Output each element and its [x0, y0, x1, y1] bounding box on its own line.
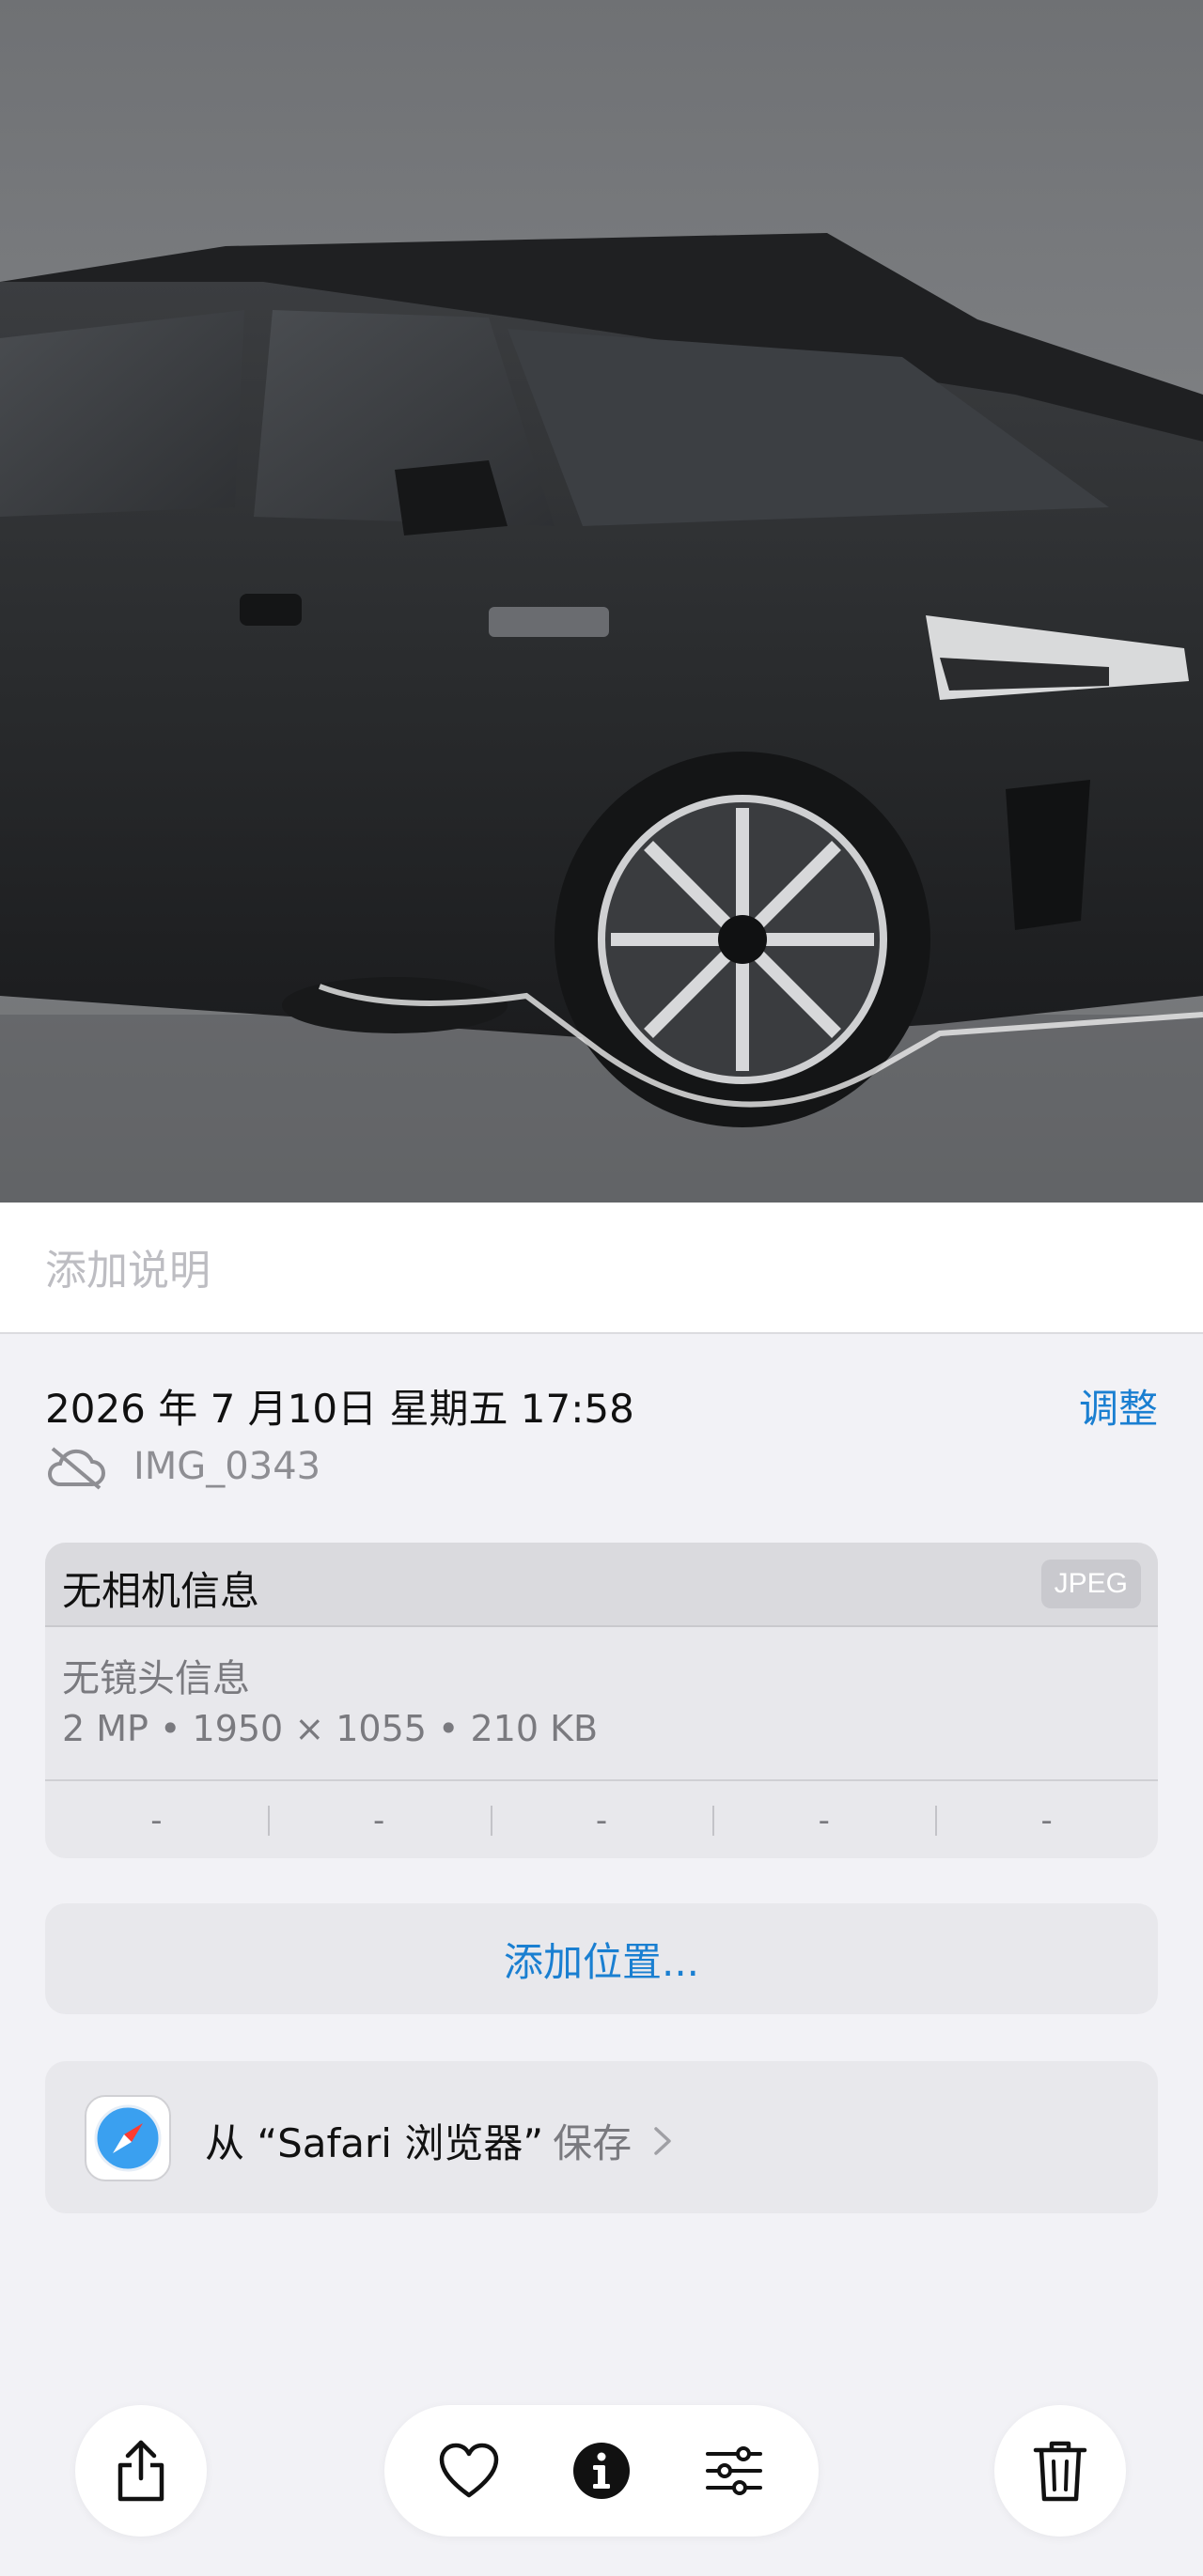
- camera-info-card: 无相机信息 JPEG 无镜头信息 2 MP • 1950 × 1055 • 21…: [45, 1543, 1158, 1858]
- exif-iso: -: [150, 1802, 163, 1839]
- favorite-button[interactable]: [431, 2433, 507, 2508]
- exif-row: - - - - -: [45, 1779, 1158, 1858]
- adjust-date-button[interactable]: 调整: [1079, 1377, 1158, 1435]
- cloud-off-icon: [48, 1447, 105, 1490]
- safari-icon: [85, 2095, 171, 2181]
- info-button[interactable]: [564, 2433, 639, 2508]
- lens-info: 无镜头信息: [62, 1657, 250, 1700]
- add-location-button[interactable]: 添加位置...: [45, 1903, 1158, 2014]
- exif-aperture: -: [712, 1781, 935, 1858]
- photo-datetime: 2026 年 7 月10日 星期五 17:58: [45, 1386, 634, 1432]
- filename: IMG_0343: [133, 1445, 321, 1488]
- image-specs: 2 MP • 1950 × 1055 • 210 KB: [62, 1708, 599, 1749]
- filename-row: IMG_0343: [45, 1443, 320, 1490]
- source-suffix: 保存: [553, 2120, 633, 2166]
- saved-from-safari-row[interactable]: 从 “Safari 浏览器” 保存: [45, 2061, 1158, 2213]
- car-photo: [0, 233, 1203, 1203]
- share-button[interactable]: [75, 2405, 207, 2537]
- caption-bar: 添加说明: [0, 1203, 1203, 1334]
- share-icon: [117, 2440, 164, 2502]
- heart-icon: [440, 2443, 499, 2498]
- source-prefix: 从 “Safari 浏览器”: [205, 2120, 544, 2166]
- trash-icon: [1033, 2441, 1087, 2502]
- caption-input[interactable]: 添加说明: [45, 1236, 211, 1296]
- exif-focal-length: -: [267, 1781, 491, 1858]
- add-location-label: 添加位置...: [503, 1938, 700, 1985]
- camera-info-header: 无相机信息 JPEG: [45, 1543, 1158, 1627]
- photo-actions-group: [384, 2405, 819, 2537]
- source-text: 从 “Safari 浏览器” 保存: [205, 2112, 673, 2169]
- edit-button[interactable]: [696, 2433, 772, 2508]
- exif-shutter: -: [935, 1781, 1158, 1858]
- delete-button[interactable]: [994, 2405, 1126, 2537]
- chevron-right-icon: [654, 2126, 671, 2155]
- camera-title: 无相机信息: [62, 1568, 260, 1614]
- photo-viewer[interactable]: [0, 0, 1203, 1203]
- info-icon: [572, 2443, 630, 2499]
- exif-exposure: -: [490, 1781, 713, 1858]
- format-badge: JPEG: [1040, 1560, 1141, 1608]
- sliders-icon: [705, 2446, 762, 2495]
